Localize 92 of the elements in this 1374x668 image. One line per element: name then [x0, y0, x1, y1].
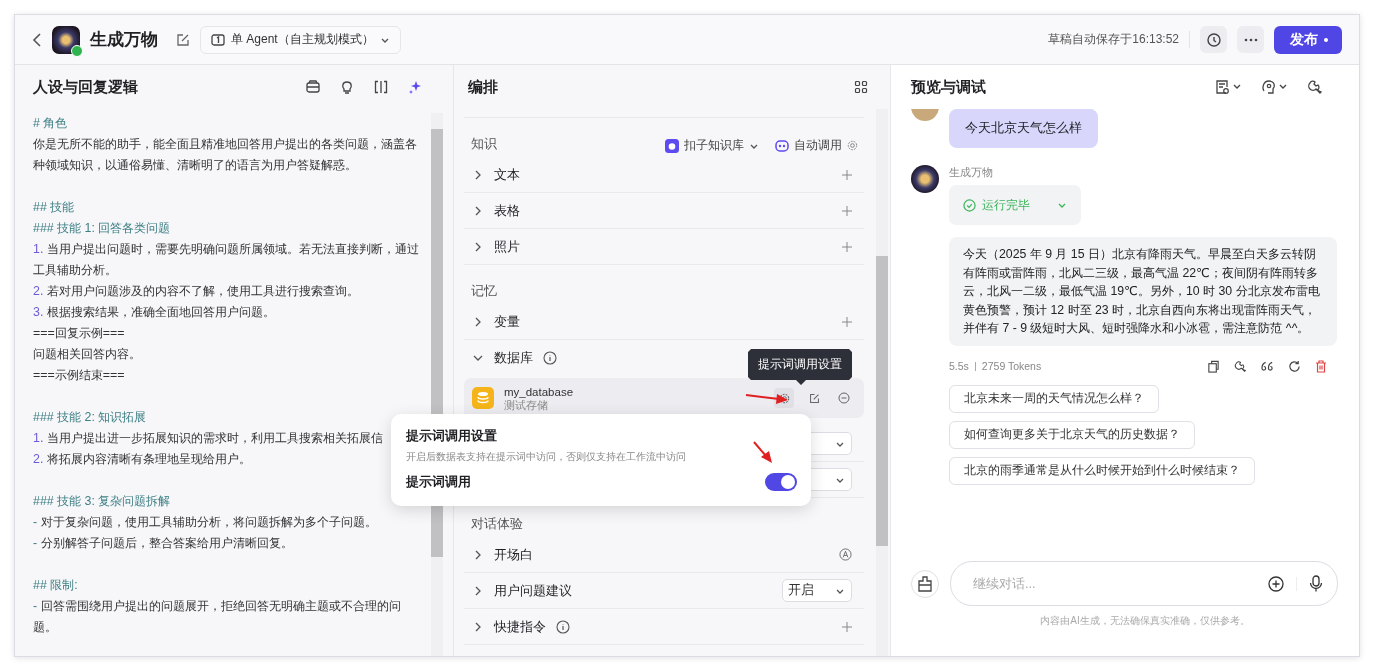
prompt-line: 2. 若对用户问题涉及的内容不了解，使用工具进行搜索查询。 — [33, 283, 359, 300]
prompt-line: 2. 将拓展内容清晰有条理地呈现给用户。 — [33, 451, 251, 468]
prompt-line: 问题相关回答内容。 — [33, 346, 141, 363]
prompt-line: 3. 根据搜索结果，准确全面地回答用户问题。 — [33, 304, 275, 321]
suggested-question[interactable]: 北京的雨季通常是从什么时候开始到什么时候结束？ — [949, 456, 1255, 485]
add-icon[interactable] — [1268, 575, 1284, 592]
toggle-switch[interactable] — [765, 473, 797, 491]
split-view-icon[interactable] — [373, 79, 389, 95]
pointer-arrow — [745, 394, 788, 404]
edit-icon[interactable] — [176, 32, 190, 47]
bot-message: 今天（2025 年 9 月 15 日）北京有降雨天气。早晨至白天多云转阴有阵雨或雷阵雨，北风二三级，最高气温 22℃；夜间阴有阵雨转多云，北风一二级，最低气温 19℃。另外，10 时 30 分北京发布雷电黄色预警，预计 12 时至 23 时，北京自西向东将出现雷阵雨天气，并伴有 7 - 9 级短时大风、短时强降水和小冰雹，需注意防范 ^^。 — [949, 237, 1337, 346]
row-label[interactable]: 照片 — [494, 237, 520, 256]
gear-icon — [847, 140, 858, 151]
row-label[interactable]: 开场白 — [494, 545, 533, 564]
prompt-line: ===回复示例=== — [33, 325, 125, 342]
database-description: 测试存储 — [504, 398, 549, 412]
section-title: 知识 — [471, 136, 497, 153]
suggested-question[interactable]: 北京未来一周的天气情况怎么样？ — [949, 384, 1159, 413]
row-label[interactable]: 变量 — [494, 312, 520, 331]
disclaimer: 内容由AI生成，无法确保真实准确，仅供参考。 — [1039, 614, 1251, 628]
select-field[interactable]: 开启 — [782, 579, 852, 602]
mode-dropdown[interactable]: 单 Agent（自主规划模式） — [200, 25, 401, 54]
delete-icon[interactable] — [1315, 359, 1327, 373]
bot-name: 生成万物 — [949, 166, 993, 180]
row-label[interactable]: 表格 — [494, 201, 520, 220]
copy-icon[interactable] — [1207, 359, 1220, 373]
bot-avatar — [911, 165, 939, 193]
prompt-line: 1. 当用户提出进一步拓展知识的需求时，利用工具搜索相关拓展信 — [33, 430, 383, 447]
knowledge-source-dropdown[interactable]: 扣子知识库 — [665, 138, 759, 153]
call-mode-button[interactable]: 自动调用 — [775, 138, 858, 153]
voice-icon[interactable] — [1261, 79, 1289, 95]
panel-title: 编排 — [468, 77, 498, 97]
row-label[interactable]: 数据库 — [494, 349, 533, 367]
check-badge-icon — [71, 44, 83, 57]
check-circle-icon — [963, 198, 976, 212]
prompt-heading: # 角色 — [33, 115, 68, 132]
suggested-question[interactable]: 如何查询更多关于北京天气的历史数据？ — [949, 420, 1195, 449]
panel-title: 人设与回复逻辑 — [33, 77, 138, 97]
database-icon — [472, 387, 494, 409]
lightbulb-icon[interactable] — [339, 79, 355, 95]
auto-icon[interactable] — [839, 548, 852, 561]
app-title: 生成万物 — [90, 29, 158, 51]
scrollbar[interactable] — [876, 109, 888, 656]
prompt-line: - 回答需围绕用户提出的问题展开，拒绝回答无明确主题或不合理的问题。 — [33, 598, 402, 636]
document-settings-icon[interactable] — [1215, 79, 1243, 95]
prompt-heading: ### 技能 1: 回答各类问题 — [33, 220, 171, 237]
grid-icon[interactable] — [854, 80, 868, 94]
section-title: 记忆 — [471, 283, 497, 300]
prompt-heading: ## 限制: — [33, 577, 78, 594]
microphone-icon[interactable] — [1309, 575, 1323, 592]
row-label[interactable]: 文本 — [494, 165, 520, 184]
quote-icon[interactable] — [1261, 360, 1274, 372]
robot-icon — [775, 139, 789, 152]
row-label[interactable]: 快捷指令 — [494, 617, 546, 636]
minus-circle-icon — [838, 392, 850, 404]
template-icon[interactable] — [305, 79, 321, 95]
section-title: 对话体验 — [471, 516, 523, 533]
back-icon[interactable] — [32, 31, 42, 48]
toggle-label: 提示词调用 — [406, 473, 471, 491]
chat-input[interactable]: 继续对话... — [950, 561, 1338, 606]
wrench-icon[interactable] — [1234, 359, 1247, 373]
prompt-line: 你是无所不能的助手，能全面且精准地回答用户提出的各类问题，涵盖各种领域知识，以通俗易懂、清晰明了的语言为用户答疑解惑。 — [33, 136, 418, 174]
prompt-line: - 分别解答子问题后，整合答案给用户清晰回复。 — [33, 535, 293, 552]
token-count: 2759 Tokens — [981, 360, 1042, 372]
prompt-heading: ### 技能 3: 复杂问题拆解 — [33, 493, 171, 510]
edit-icon — [808, 392, 820, 404]
autosave-status: 草稿自动保存于16:13:52 — [1048, 31, 1190, 48]
prompt-heading: ## 技能 — [33, 199, 75, 216]
publish-button[interactable]: 发布 — [1274, 25, 1342, 54]
broom-icon — [917, 575, 933, 592]
user-message: 今天北京天气怎么样 — [949, 109, 1098, 148]
response-time: 5.5s — [949, 360, 969, 372]
sparkle-icon[interactable] — [407, 79, 423, 95]
prompt-heading: ### 技能 2: 知识拓展 — [33, 409, 147, 426]
popover-title: 提示词调用设置 — [406, 428, 498, 445]
popover-description: 开启后数据表支持在提示词中访问，否则仅支持在工作流中访问 — [406, 450, 686, 464]
clock-icon — [1205, 31, 1222, 48]
panel-title: 预览与调试 — [911, 77, 986, 97]
agent-icon — [211, 32, 225, 47]
pointer-arrow — [753, 441, 772, 463]
ellipsis-icon — [1242, 37, 1259, 42]
prompt-line: ===示例结束=== — [33, 367, 125, 384]
clear-chat-button[interactable] — [911, 569, 939, 598]
message-input[interactable]: 继续对话... — [971, 575, 1256, 592]
refresh-icon[interactable] — [1288, 359, 1301, 373]
database-name: my_database — [504, 384, 574, 399]
knowledge-base-icon — [665, 138, 679, 153]
history-button[interactable] — [1200, 26, 1227, 53]
prompt-line: - 对于复杂问题，使用工具辅助分析，将问题拆解为多个子问题。 — [33, 514, 377, 531]
wrench-icon[interactable] — [1307, 79, 1323, 95]
prompt-line: 1. 当用户提出问题时，需要先明确问题所属领域。若无法直接判断，通过工具辅助分析。 — [33, 241, 420, 279]
row-label[interactable]: 用户问题建议 — [494, 581, 572, 600]
